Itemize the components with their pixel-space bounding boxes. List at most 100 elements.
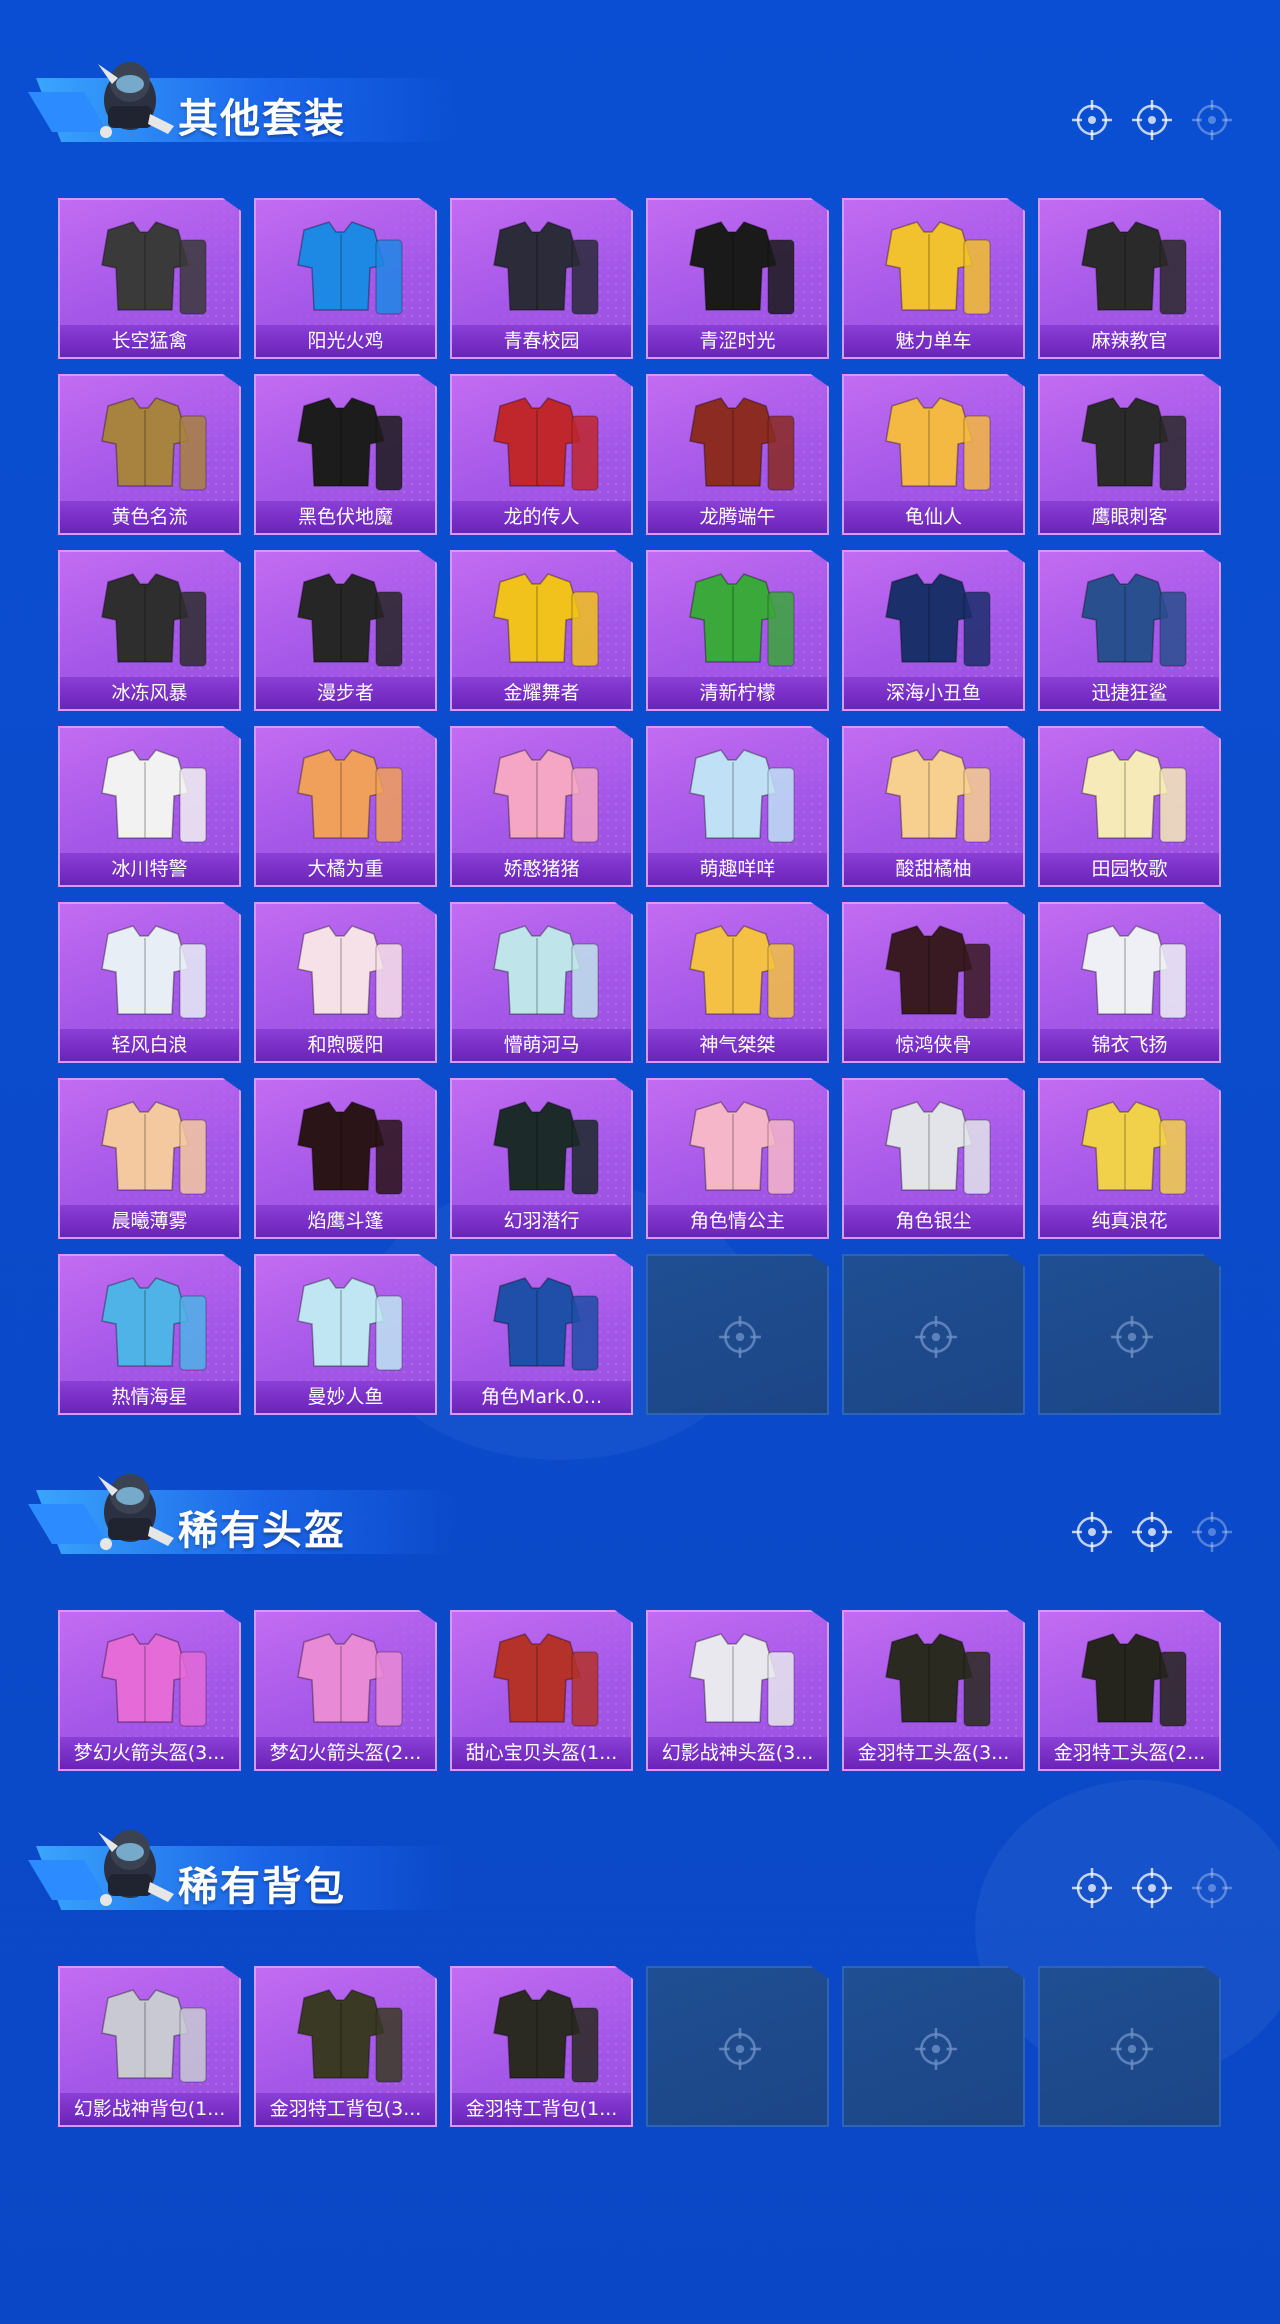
item-card[interactable]: 金羽特工头盔(2... bbox=[1038, 1610, 1221, 1771]
item-label: 金耀舞者 bbox=[452, 677, 631, 709]
item-card[interactable]: 鹰眼刺客 bbox=[1038, 374, 1221, 535]
item-image bbox=[470, 1266, 615, 1384]
item-image bbox=[666, 562, 811, 680]
section-header: 其他套装 bbox=[28, 40, 456, 152]
item-card[interactable]: 田园牧歌 bbox=[1038, 726, 1221, 887]
item-label: 清新柠檬 bbox=[648, 677, 827, 709]
crosshair-icon bbox=[1109, 1314, 1155, 1360]
item-label: 金羽特工背包(1... bbox=[452, 2093, 631, 2125]
item-label: 萌趣咩咩 bbox=[648, 853, 827, 885]
item-image bbox=[78, 210, 223, 328]
item-label: 冰冻风暴 bbox=[60, 677, 239, 709]
item-image bbox=[274, 1090, 419, 1208]
item-label: 惊鸿侠骨 bbox=[844, 1029, 1023, 1061]
item-card[interactable]: 角色情公主 bbox=[646, 1078, 829, 1239]
item-image bbox=[274, 386, 419, 504]
item-card[interactable]: 长空猛禽 bbox=[58, 198, 241, 359]
empty-slot bbox=[842, 1966, 1025, 2127]
crosshair-icon bbox=[1190, 1510, 1234, 1554]
item-card[interactable]: 深海小丑鱼 bbox=[842, 550, 1025, 711]
item-label: 阳光火鸡 bbox=[256, 325, 435, 357]
item-card[interactable]: 金羽特工头盔(3... bbox=[842, 1610, 1025, 1771]
item-label: 金羽特工背包(3... bbox=[256, 2093, 435, 2125]
item-card[interactable]: 幻羽潜行 bbox=[450, 1078, 633, 1239]
item-card[interactable]: 麻辣教官 bbox=[1038, 198, 1221, 359]
item-card[interactable]: 金耀舞者 bbox=[450, 550, 633, 711]
item-card[interactable]: 龟仙人 bbox=[842, 374, 1025, 535]
item-image bbox=[862, 738, 1007, 856]
item-card[interactable]: 梦幻火箭头盔(2... bbox=[254, 1610, 437, 1771]
item-card[interactable]: 纯真浪花 bbox=[1038, 1078, 1221, 1239]
item-label: 神气桀桀 bbox=[648, 1029, 827, 1061]
item-label: 曼妙人鱼 bbox=[256, 1381, 435, 1413]
item-card[interactable]: 幻影战神头盔(3... bbox=[646, 1610, 829, 1771]
crosshair-icon bbox=[1070, 98, 1114, 142]
crosshair-icon bbox=[913, 2026, 959, 2072]
item-card[interactable]: 甜心宝贝头盔(1... bbox=[450, 1610, 633, 1771]
item-label: 角色情公主 bbox=[648, 1205, 827, 1237]
item-card[interactable]: 焰鹰斗篷 bbox=[254, 1078, 437, 1239]
item-image bbox=[274, 1622, 419, 1740]
item-card[interactable]: 幻影战神背包(1... bbox=[58, 1966, 241, 2127]
item-label: 娇憨猪猪 bbox=[452, 853, 631, 885]
item-card[interactable]: 和煦暖阳 bbox=[254, 902, 437, 1063]
item-card[interactable]: 轻风白浪 bbox=[58, 902, 241, 1063]
item-image bbox=[666, 386, 811, 504]
item-image bbox=[274, 1266, 419, 1384]
mascot-icon bbox=[78, 44, 186, 152]
item-image bbox=[666, 1090, 811, 1208]
item-image bbox=[470, 210, 615, 328]
item-card[interactable]: 酸甜橘柚 bbox=[842, 726, 1025, 887]
item-label: 青涩时光 bbox=[648, 325, 827, 357]
item-card[interactable]: 角色银尘 bbox=[842, 1078, 1025, 1239]
item-image bbox=[1058, 1090, 1203, 1208]
item-image bbox=[1058, 386, 1203, 504]
item-card[interactable]: 漫步者 bbox=[254, 550, 437, 711]
item-image bbox=[78, 738, 223, 856]
item-card[interactable]: 迅捷狂鲨 bbox=[1038, 550, 1221, 711]
crosshair-icon bbox=[717, 1314, 763, 1360]
item-card[interactable]: 角色Mark.0... bbox=[450, 1254, 633, 1415]
item-card[interactable]: 龙腾端午 bbox=[646, 374, 829, 535]
item-card[interactable]: 金羽特工背包(3... bbox=[254, 1966, 437, 2127]
item-image bbox=[1058, 1622, 1203, 1740]
item-card[interactable]: 梦幻火箭头盔(3... bbox=[58, 1610, 241, 1771]
item-image bbox=[78, 914, 223, 1032]
empty-slot bbox=[646, 1254, 829, 1415]
item-label: 田园牧歌 bbox=[1040, 853, 1219, 885]
item-card[interactable]: 神气桀桀 bbox=[646, 902, 829, 1063]
item-card[interactable]: 黑色伏地魔 bbox=[254, 374, 437, 535]
item-card[interactable]: 曼妙人鱼 bbox=[254, 1254, 437, 1415]
item-label: 酸甜橘柚 bbox=[844, 853, 1023, 885]
item-card[interactable]: 黄色名流 bbox=[58, 374, 241, 535]
item-label: 幻影战神头盔(3... bbox=[648, 1737, 827, 1769]
item-card[interactable]: 青春校园 bbox=[450, 198, 633, 359]
target-indicators bbox=[1070, 1866, 1250, 1914]
empty-slot bbox=[646, 1966, 829, 2127]
item-card[interactable]: 龙的传人 bbox=[450, 374, 633, 535]
item-card[interactable]: 懵萌河马 bbox=[450, 902, 633, 1063]
item-label: 幻影战神背包(1... bbox=[60, 2093, 239, 2125]
crosshair-icon bbox=[1190, 1866, 1234, 1910]
item-card[interactable]: 青涩时光 bbox=[646, 198, 829, 359]
item-card[interactable]: 锦衣飞扬 bbox=[1038, 902, 1221, 1063]
item-image bbox=[862, 562, 1007, 680]
item-card[interactable]: 冰冻风暴 bbox=[58, 550, 241, 711]
item-image bbox=[78, 1090, 223, 1208]
item-card[interactable]: 大橘为重 bbox=[254, 726, 437, 887]
crosshair-icon bbox=[717, 2026, 763, 2072]
item-label: 轻风白浪 bbox=[60, 1029, 239, 1061]
empty-slot bbox=[1038, 1254, 1221, 1415]
item-card[interactable]: 晨曦薄雾 bbox=[58, 1078, 241, 1239]
item-card[interactable]: 热情海星 bbox=[58, 1254, 241, 1415]
item-card[interactable]: 魅力单车 bbox=[842, 198, 1025, 359]
item-card[interactable]: 清新柠檬 bbox=[646, 550, 829, 711]
item-card[interactable]: 娇憨猪猪 bbox=[450, 726, 633, 887]
item-image bbox=[1058, 210, 1203, 328]
item-card[interactable]: 阳光火鸡 bbox=[254, 198, 437, 359]
item-card[interactable]: 惊鸿侠骨 bbox=[842, 902, 1025, 1063]
item-card[interactable]: 金羽特工背包(1... bbox=[450, 1966, 633, 2127]
item-label: 梦幻火箭头盔(2... bbox=[256, 1737, 435, 1769]
item-card[interactable]: 萌趣咩咩 bbox=[646, 726, 829, 887]
item-card[interactable]: 冰川特警 bbox=[58, 726, 241, 887]
